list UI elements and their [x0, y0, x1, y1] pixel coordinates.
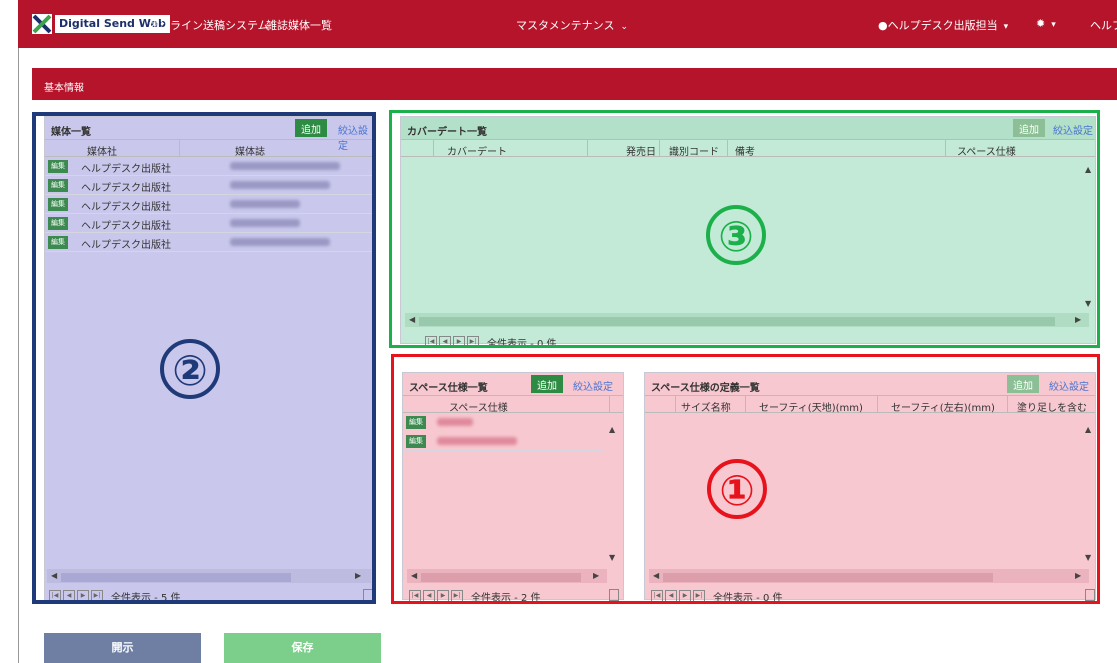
user-menu[interactable]: ●ヘルプデスク出版担当 ▾ — [878, 17, 1008, 33]
highlight-frame-blue — [32, 112, 376, 604]
master-menu-label: マスタメンテナンス — [516, 19, 615, 32]
section-title: 基本情報 — [44, 83, 84, 94]
settings-menu[interactable]: ✹ ▾ — [1036, 17, 1056, 30]
section-header: 基本情報 — [32, 68, 1117, 100]
user-icon: ● — [878, 19, 888, 32]
user-menu-label: ヘルプデスク出版担当 — [887, 19, 998, 32]
page-name-link[interactable]: 雑誌媒体一覧 — [266, 17, 332, 33]
gear-icon: ✹ — [1036, 17, 1046, 30]
highlight-frame-red — [391, 354, 1100, 604]
left-edge-line — [18, 0, 19, 663]
open-button[interactable]: 開示 — [44, 633, 201, 663]
caret-down-icon: ▾ — [1051, 20, 1056, 30]
master-maintenance-menu[interactable]: マスタメンテナンス ⌄ — [516, 17, 628, 33]
highlight-frame-green — [389, 110, 1100, 348]
caret-down-icon: ▾ — [1003, 22, 1009, 32]
help-link[interactable]: ヘルプ — [1090, 17, 1117, 33]
logo-x-icon — [32, 14, 52, 34]
save-button[interactable]: 保存 — [224, 633, 381, 663]
top-navbar: Digital Send Web オンライン送稿システム 雑誌媒体一覧 マスタメ… — [18, 0, 1117, 48]
chevron-down-icon: ⌄ — [620, 22, 628, 32]
system-name: オンライン送稿システム — [148, 19, 269, 32]
